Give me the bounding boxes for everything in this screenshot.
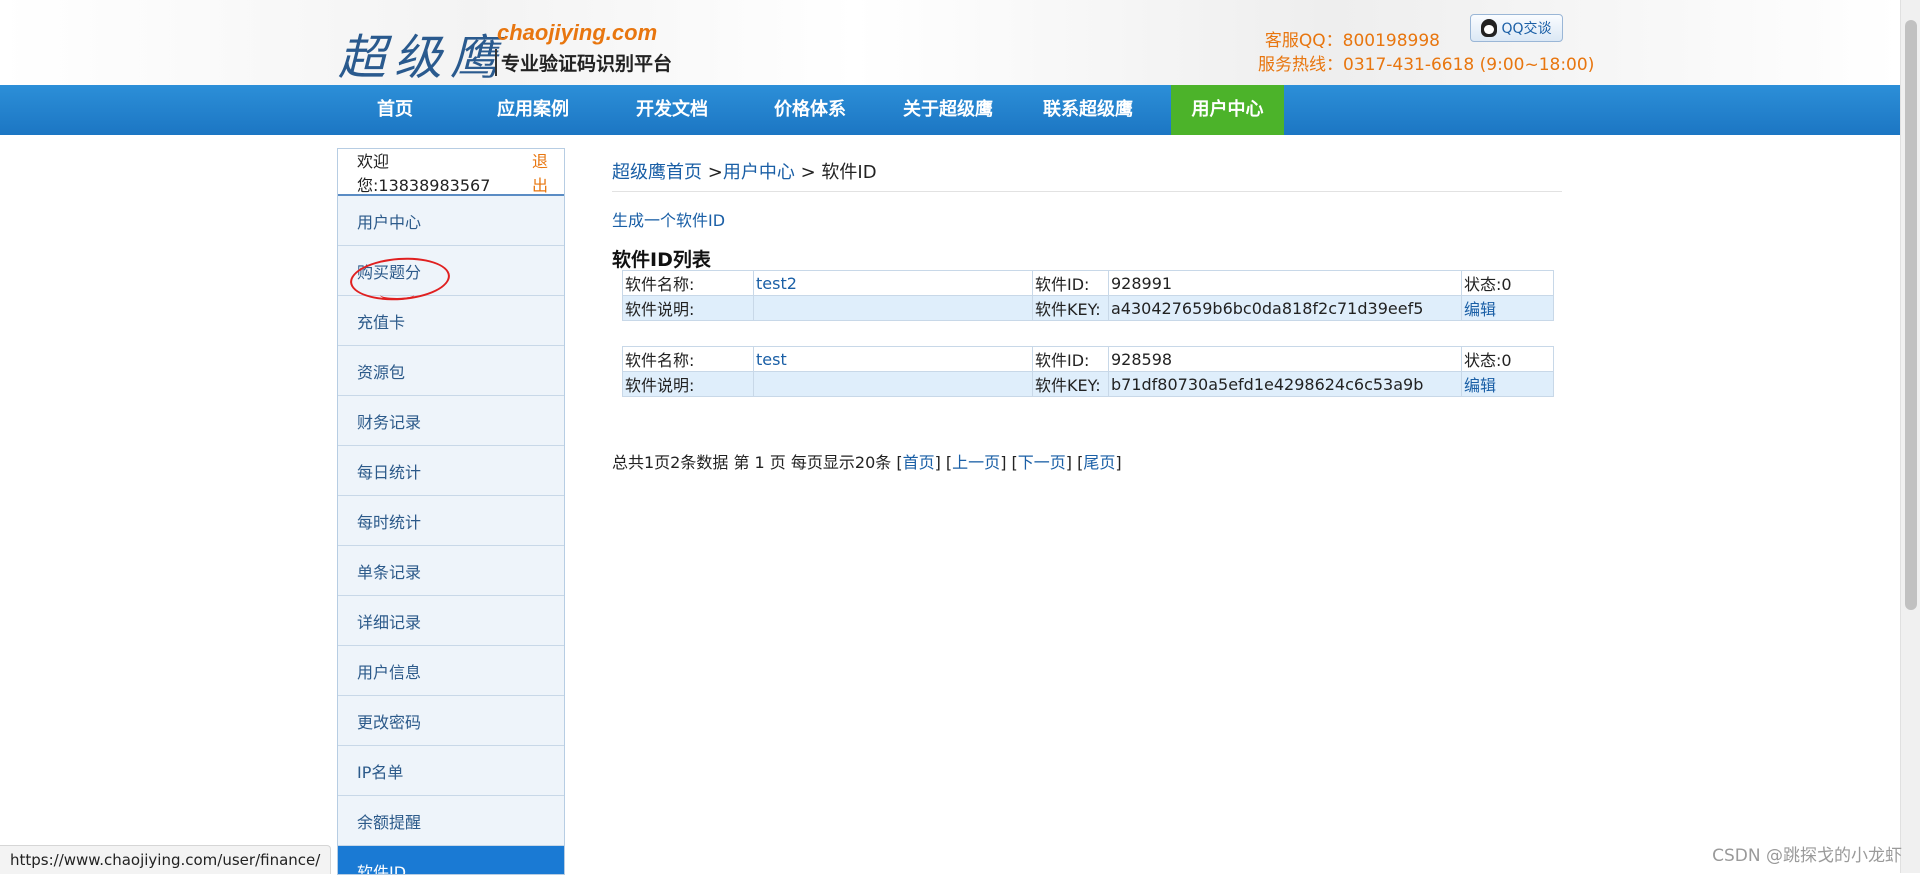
content-divider (612, 191, 1562, 192)
sidebar-item-ip-list[interactable]: IP名单 (338, 746, 564, 796)
software-list-title: 软件ID列表 (612, 249, 711, 271)
software-table: 软件名称: test2 软件ID: 928991 状态:0 软件说明: 软件KE… (622, 270, 1554, 321)
software-status: 状态:0 (1461, 346, 1554, 372)
sidebar-item-software-id[interactable]: 软件ID (338, 846, 564, 874)
welcome-bar: 欢迎您:13838983567 退出 (338, 149, 564, 196)
nav-user-center[interactable]: 用户中心 (1171, 85, 1284, 135)
pagination: 总共1页2条数据 第 1 页 每页显示20条 [首页] [上一页] [下一页] … (612, 453, 1122, 472)
generate-software-id-link[interactable]: 生成一个软件ID (612, 207, 725, 231)
main-nav: 首页 应用案例 开发文档 价格体系 关于超级鹰 联系超级鹰 用户中心 (0, 85, 1900, 135)
software-table: 软件名称: test 软件ID: 928598 状态:0 软件说明: 软件KEY… (622, 346, 1554, 397)
breadcrumb-user-center[interactable]: 用户中心 (723, 162, 795, 183)
software-id-value: 928598 (1108, 346, 1462, 372)
label-software-id: 软件ID: (1032, 270, 1109, 296)
software-key-value: a430427659b6bc0da818f2c71d39eef5 (1108, 295, 1462, 321)
label-software-desc: 软件说明: (622, 295, 754, 321)
sidebar-item-user-center[interactable]: 用户中心 (338, 196, 564, 246)
software-name-link[interactable]: test2 (756, 274, 797, 293)
label-software-name: 软件名称: (622, 346, 754, 372)
software-desc-value (753, 371, 1033, 397)
service-qq: 客服QQ：800198998 (1264, 31, 1440, 51)
table-row: 软件名称: test 软件ID: 928598 状态:0 (622, 346, 1554, 372)
edit-link[interactable]: 编辑 (1464, 300, 1496, 319)
user-sidebar: 欢迎您:13838983567 退出 用户中心 购买题分 充值卡 资源包 财务记… (337, 148, 565, 875)
sidebar-item-daily-stats[interactable]: 每日统计 (338, 446, 564, 496)
scrollbar-thumb[interactable] (1905, 20, 1917, 610)
breadcrumb-sep: > (800, 162, 816, 183)
sidebar-item-recharge-card[interactable]: 充值卡 (338, 296, 564, 346)
qq-penguin-icon (1481, 19, 1498, 37)
software-key-value: b71df80730a5efd1e4298624c6c53a9b (1108, 371, 1462, 397)
breadcrumb-current: 软件ID (821, 162, 877, 183)
breadcrumb-home[interactable]: 超级鹰首页 (612, 162, 702, 183)
sidebar-item-single-records[interactable]: 单条记录 (338, 546, 564, 596)
nav-contact[interactable]: 联系超级鹰 (1032, 85, 1144, 135)
sidebar-item-finance-records[interactable]: 财务记录 (338, 396, 564, 446)
welcome-text: 欢迎您:13838983567 (357, 151, 491, 195)
software-name-link[interactable]: test (756, 350, 787, 369)
nav-cases[interactable]: 应用案例 (478, 85, 588, 135)
table-row: 软件说明: 软件KEY: a430427659b6bc0da818f2c71d3… (622, 295, 1554, 321)
nav-about[interactable]: 关于超级鹰 (893, 85, 1003, 135)
nav-pricing[interactable]: 价格体系 (755, 85, 865, 135)
table-row: 软件说明: 软件KEY: b71df80730a5efd1e4298624c6c… (622, 371, 1554, 397)
edit-link[interactable]: 编辑 (1464, 376, 1496, 395)
breadcrumb: 超级鹰首页 >用户中心 > 软件ID (612, 158, 877, 184)
label-software-key: 软件KEY: (1032, 371, 1109, 397)
label-software-desc: 软件说明: (622, 371, 754, 397)
red-annotation-tail (380, 290, 414, 300)
label-software-name: 软件名称: (622, 270, 754, 296)
vertical-scrollbar[interactable] (1900, 0, 1920, 873)
software-id-value: 928991 (1108, 270, 1462, 296)
sidebar-item-balance-alert[interactable]: 余额提醒 (338, 796, 564, 846)
site-header: 超级鹰 chaojiying.com 专业验证码识别平台 客服QQ：800198… (0, 0, 1900, 88)
qq-chat-label: QQ交谈 (1501, 21, 1552, 37)
browser-status-url: https://www.chaojiying.com/user/finance/ (0, 845, 332, 874)
label-software-id: 软件ID: (1032, 346, 1109, 372)
pagination-summary: 总共1页2条数据 第 1 页 每页显示20条 (612, 453, 892, 472)
breadcrumb-sep: > (707, 162, 723, 183)
logo-chinese[interactable]: 超级鹰 (338, 18, 506, 88)
sidebar-item-hourly-stats[interactable]: 每时统计 (338, 496, 564, 546)
software-status: 状态:0 (1461, 270, 1554, 296)
label-software-key: 软件KEY: (1032, 295, 1109, 321)
logout-link[interactable]: 退出 (532, 149, 564, 196)
sidebar-item-detail-records[interactable]: 详细记录 (338, 596, 564, 646)
nav-docs[interactable]: 开发文档 (617, 85, 727, 135)
csdn-watermark: CSDN @跳探戈的小龙虾 (1712, 846, 1902, 866)
logo-domain[interactable]: chaojiying.com (497, 20, 657, 46)
sidebar-item-user-info[interactable]: 用户信息 (338, 646, 564, 696)
nav-home[interactable]: 首页 (340, 85, 450, 135)
pager-first[interactable]: 首页 (903, 453, 935, 472)
service-hotline: 服务热线：0317-431-6618 (9:00~18:00) (1258, 55, 1595, 75)
pager-last[interactable]: 尾页 (1083, 453, 1115, 472)
pager-next[interactable]: 下一页 (1018, 453, 1066, 472)
sidebar-item-resource-pack[interactable]: 资源包 (338, 346, 564, 396)
logo-tagline: 专业验证码识别平台 (495, 49, 672, 76)
table-row: 软件名称: test2 软件ID: 928991 状态:0 (622, 270, 1554, 296)
qq-chat-button[interactable]: QQ交谈 (1470, 14, 1563, 42)
software-desc-value (753, 295, 1033, 321)
pager-prev[interactable]: 上一页 (952, 453, 1000, 472)
sidebar-item-change-password[interactable]: 更改密码 (338, 696, 564, 746)
